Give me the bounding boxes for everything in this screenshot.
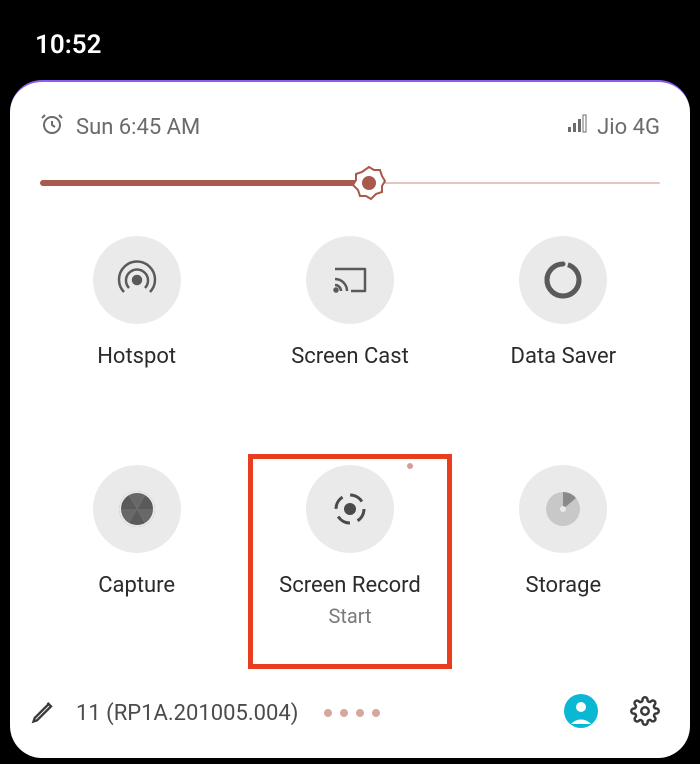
tile-label: Screen Cast xyxy=(291,344,409,369)
brightness-track-empty xyxy=(369,182,660,184)
status-right: Jio 4G xyxy=(567,114,660,140)
alarm-icon xyxy=(40,112,64,142)
brightness-track-filled xyxy=(40,180,369,186)
user-avatar-icon[interactable] xyxy=(564,694,598,732)
status-left: Sun 6:45 AM xyxy=(40,112,200,142)
brightness-thumb[interactable] xyxy=(351,165,387,201)
tile-sublabel: Start xyxy=(328,604,371,638)
signal-icon xyxy=(567,114,587,140)
tile-indicator-dot xyxy=(407,463,413,469)
data-saver-icon xyxy=(519,236,607,324)
tile-storage[interactable]: Storage xyxy=(467,465,660,664)
edit-icon[interactable] xyxy=(30,697,58,729)
tile-data-saver[interactable]: Data Saver xyxy=(467,236,660,395)
tile-screen-cast[interactable]: Screen Cast xyxy=(253,236,446,395)
tile-label: Data Saver xyxy=(511,344,617,369)
qs-footer: 11 (RP1A.201005.004) xyxy=(10,674,690,758)
page-indicator[interactable] xyxy=(324,709,380,717)
quick-settings-panel: Sun 6:45 AM Jio 4G xyxy=(10,80,690,758)
screen-cast-icon xyxy=(306,236,394,324)
tile-label: Storage xyxy=(526,573,602,598)
brightness-slider[interactable] xyxy=(10,162,690,216)
qs-tiles-grid: Hotspot Screen Cast Data xyxy=(10,216,690,674)
device-time: 10:52 xyxy=(35,30,102,60)
hotspot-icon xyxy=(93,236,181,324)
tile-label: Screen Record xyxy=(279,573,421,598)
tile-screen-record[interactable]: Screen Record Start xyxy=(253,459,446,664)
tile-label: Hotspot xyxy=(97,344,176,369)
build-number[interactable]: 11 (RP1A.201005.004) xyxy=(76,701,298,726)
storage-icon xyxy=(519,465,607,553)
screen-record-icon xyxy=(306,465,394,553)
status-bar: Sun 6:45 AM Jio 4G xyxy=(10,82,690,162)
capture-icon xyxy=(93,465,181,553)
settings-gear-icon[interactable] xyxy=(630,696,660,730)
carrier-label: Jio 4G xyxy=(597,115,660,140)
tile-hotspot[interactable]: Hotspot xyxy=(40,236,233,395)
alarm-time: Sun 6:45 AM xyxy=(76,115,200,140)
tile-label: Capture xyxy=(98,573,175,598)
tile-capture[interactable]: Capture xyxy=(40,465,233,664)
